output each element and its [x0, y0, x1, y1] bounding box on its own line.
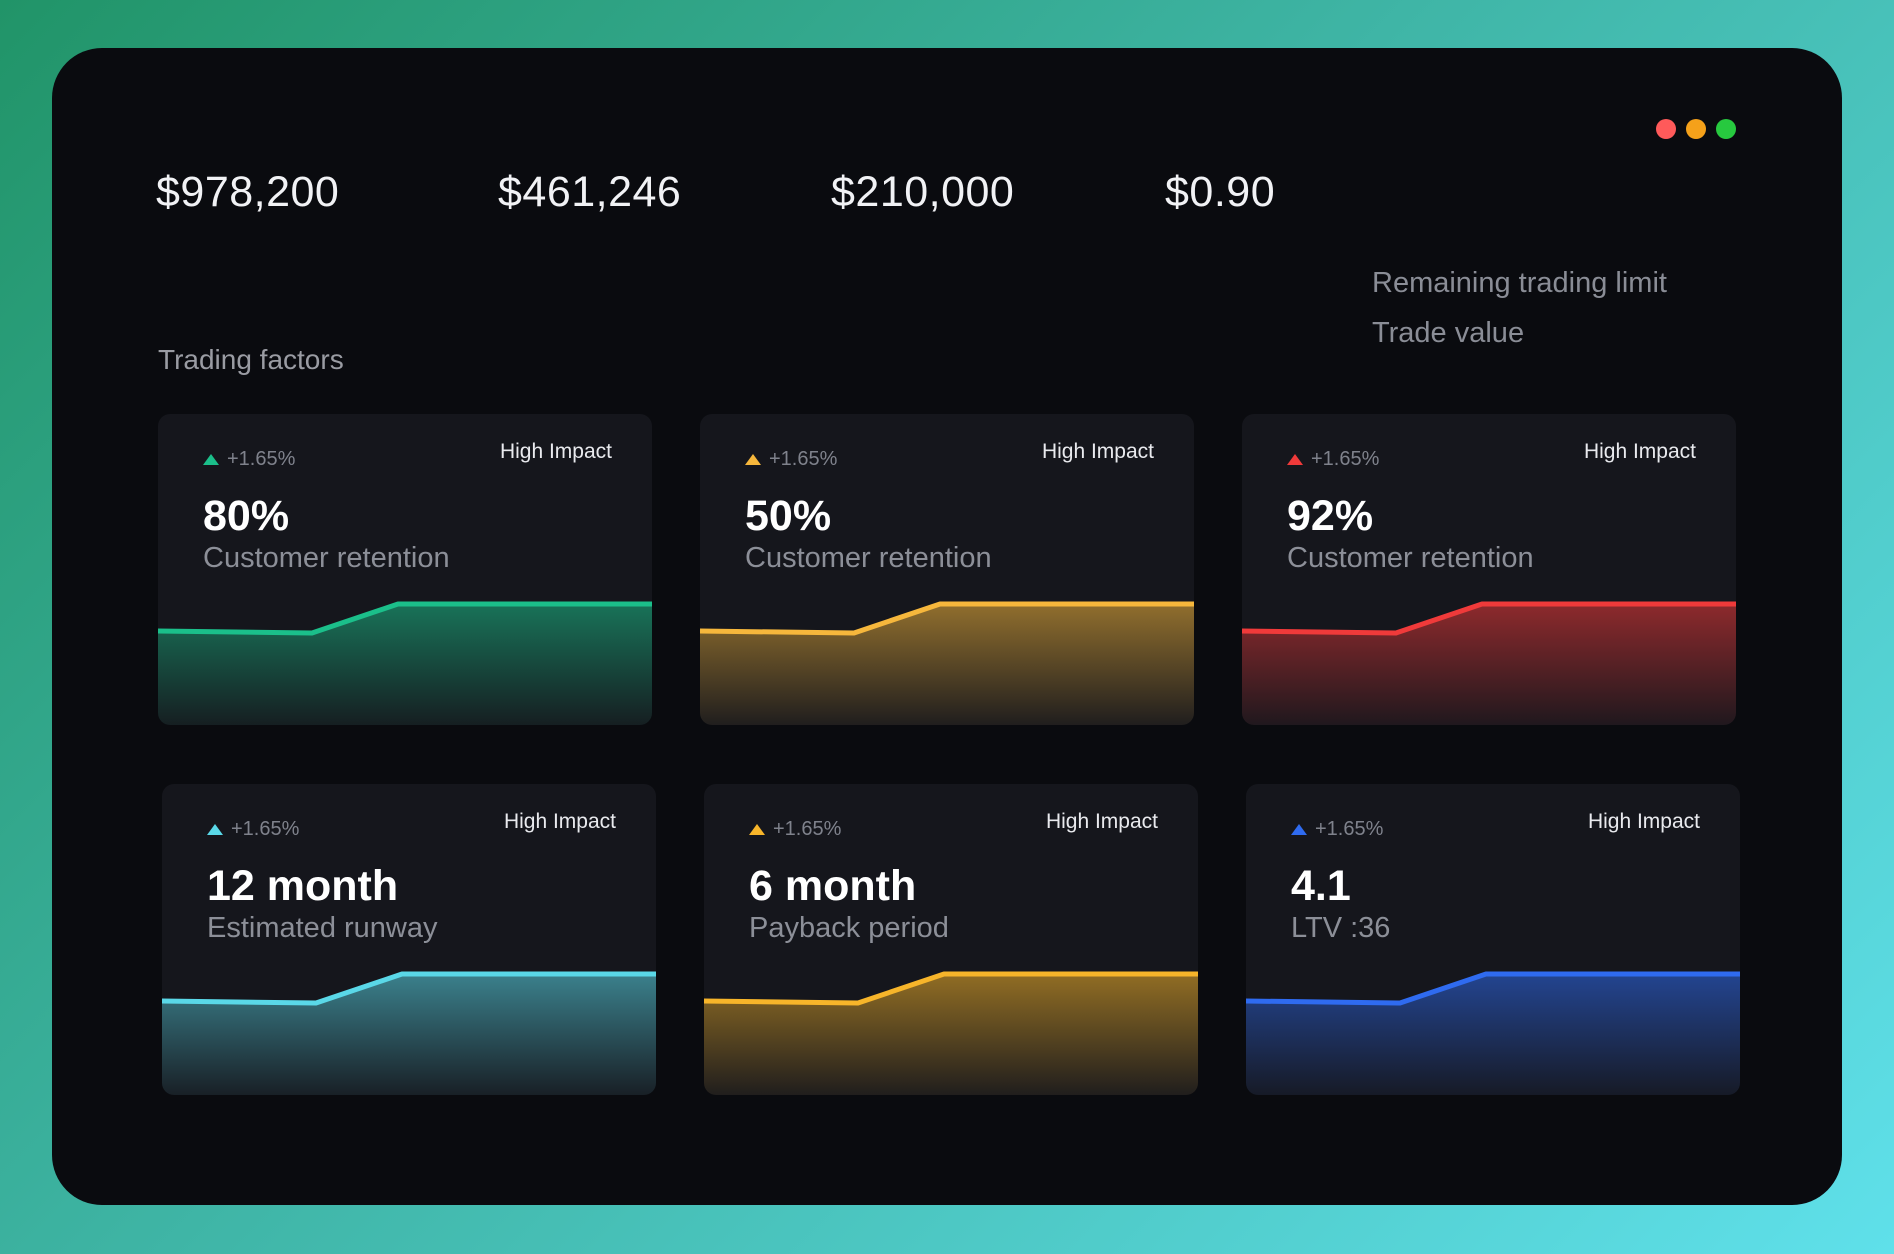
triangle-up-icon: [749, 824, 765, 835]
trend-sparkline: [700, 601, 1194, 725]
metric-caption: Estimated runway: [207, 912, 438, 944]
triangle-up-icon: [203, 454, 219, 465]
stat-value-4: $0.90: [1165, 168, 1276, 216]
impact-badge: High Impact: [499, 440, 612, 463]
metric-card[interactable]: +1.65% High Impact 12 month Estimated runwa…: [162, 784, 656, 1095]
delta-indicator: +1.65%: [203, 448, 295, 471]
metric-caption: Customer retention: [745, 542, 992, 574]
delta-percent: +1.65%: [227, 448, 296, 470]
metric-caption: Customer retention: [203, 542, 450, 574]
impact-badge: High Impact: [1045, 810, 1158, 833]
metric-value: 50%: [745, 492, 832, 540]
triangle-up-icon: [1287, 454, 1303, 465]
sparkline-area: [158, 604, 652, 725]
trend-sparkline: [162, 971, 656, 1095]
remaining-trading-limit-label: Remaining trading limit: [1372, 267, 1667, 299]
impact-badge: High Impact: [1587, 810, 1700, 833]
metric-card[interactable]: +1.65% High Impact 92% Customer retention: [1242, 414, 1736, 725]
metric-caption: Customer retention: [1287, 542, 1534, 574]
sparkline-area: [1246, 974, 1740, 1095]
stat-value-1: $978,200: [156, 168, 340, 216]
delta-percent: +1.65%: [773, 818, 842, 840]
impact-badge: High Impact: [1041, 440, 1154, 463]
sparkline-area: [704, 974, 1198, 1095]
triangle-up-icon: [207, 824, 223, 835]
trend-sparkline: [1242, 601, 1736, 725]
trend-sparkline: [1246, 971, 1740, 1095]
metric-caption: LTV :36: [1291, 912, 1391, 944]
metric-value: 80%: [203, 492, 290, 540]
delta-percent: +1.65%: [769, 448, 838, 470]
metric-card[interactable]: +1.65% High Impact 4.1 LTV :36: [1246, 784, 1740, 1095]
delta-percent: +1.65%: [1315, 818, 1384, 840]
metric-card[interactable]: +1.65% High Impact 80% Customer retention: [158, 414, 652, 725]
delta-indicator: +1.65%: [745, 448, 837, 471]
maximize-window-button[interactable]: [1716, 119, 1736, 139]
metric-card[interactable]: +1.65% High Impact 6 month Payback period: [704, 784, 1198, 1095]
dashboard-window: $978,200 $461,246 $210,000 $0.90 Remaini…: [52, 48, 1842, 1205]
metric-card[interactable]: +1.65% High Impact 50% Customer retention: [700, 414, 1194, 725]
close-window-button[interactable]: [1656, 119, 1676, 139]
impact-badge: High Impact: [1583, 440, 1696, 463]
delta-indicator: +1.65%: [207, 818, 299, 841]
delta-percent: +1.65%: [231, 818, 300, 840]
trend-sparkline: [158, 601, 652, 725]
metric-caption: Payback period: [749, 912, 949, 944]
metric-value: 4.1: [1291, 862, 1351, 910]
delta-indicator: +1.65%: [1291, 818, 1383, 841]
section-title: Trading factors: [158, 344, 344, 375]
stat-value-2: $461,246: [498, 168, 682, 216]
sparkline-area: [700, 604, 1194, 725]
trend-sparkline: [704, 971, 1198, 1095]
trade-value-label: Trade value: [1372, 317, 1525, 349]
delta-indicator: +1.65%: [1287, 448, 1379, 471]
delta-percent: +1.65%: [1311, 448, 1380, 470]
metric-value: 6 month: [749, 862, 917, 910]
delta-indicator: +1.65%: [749, 818, 841, 841]
impact-badge: High Impact: [503, 810, 616, 833]
triangle-up-icon: [1291, 824, 1307, 835]
metric-value: 92%: [1287, 492, 1374, 540]
sparkline-area: [162, 974, 656, 1095]
sparkline-area: [1242, 604, 1736, 725]
metric-value: 12 month: [207, 862, 399, 910]
triangle-up-icon: [745, 454, 761, 465]
stat-value-3: $210,000: [831, 168, 1015, 216]
minimize-window-button[interactable]: [1686, 119, 1706, 139]
window-controls: [1656, 119, 1736, 139]
